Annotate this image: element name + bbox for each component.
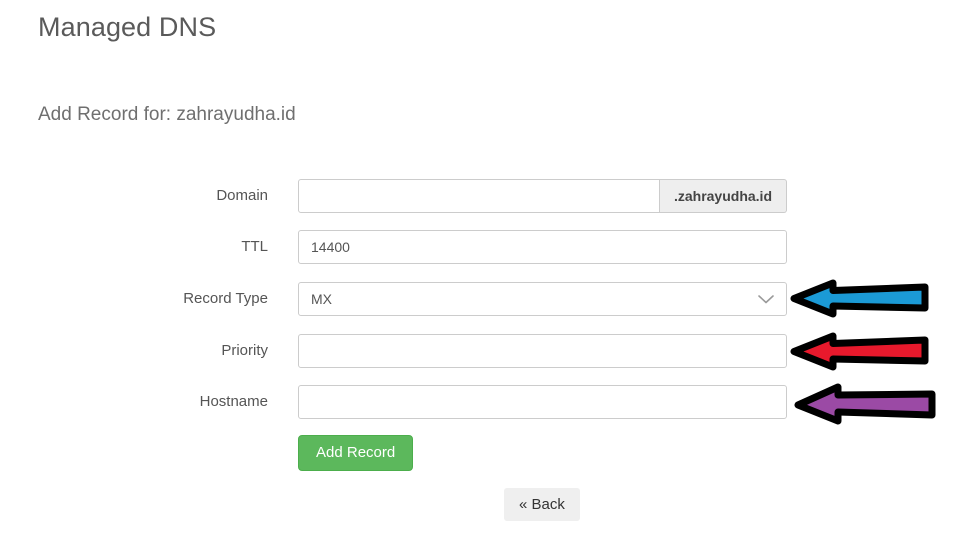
label-record-type: Record Type: [183, 290, 268, 307]
record-type-select[interactable]: MX: [298, 282, 787, 316]
priority-input[interactable]: [298, 334, 787, 368]
hostname-input[interactable]: [298, 385, 787, 419]
managed-dns-page: Managed DNS Add Record for: zahrayudha.i…: [0, 0, 962, 549]
label-domain: Domain: [216, 187, 268, 204]
add-record-button[interactable]: Add Record: [298, 435, 414, 471]
domain-input-group: .zahrayudha.id: [298, 179, 787, 213]
form-row-ttl: TTL: [0, 230, 962, 264]
back-button[interactable]: « Back: [504, 488, 580, 521]
domain-input[interactable]: [298, 179, 660, 213]
label-priority: Priority: [221, 342, 268, 359]
form-row-priority: Priority: [0, 334, 962, 368]
field-priority: [298, 334, 787, 368]
field-hostname: [298, 385, 787, 419]
form-row-domain: Domain .zahrayudha.id: [0, 179, 962, 213]
ttl-input[interactable]: [298, 230, 787, 264]
label-ttl: TTL: [241, 238, 268, 255]
form-row-hostname: Hostname: [0, 385, 962, 419]
field-record-type: MX: [298, 282, 787, 316]
page-title: Managed DNS: [38, 12, 217, 43]
domain-suffix-addon: .zahrayudha.id: [659, 179, 787, 213]
label-hostname: Hostname: [199, 393, 268, 410]
record-type-selected-value: MX: [298, 282, 787, 316]
field-domain: .zahrayudha.id: [298, 179, 787, 213]
add-record-subtitle: Add Record for: zahrayudha.id: [38, 104, 296, 125]
field-ttl: [298, 230, 787, 264]
form-row-record-type: Record Type MX: [0, 282, 962, 316]
